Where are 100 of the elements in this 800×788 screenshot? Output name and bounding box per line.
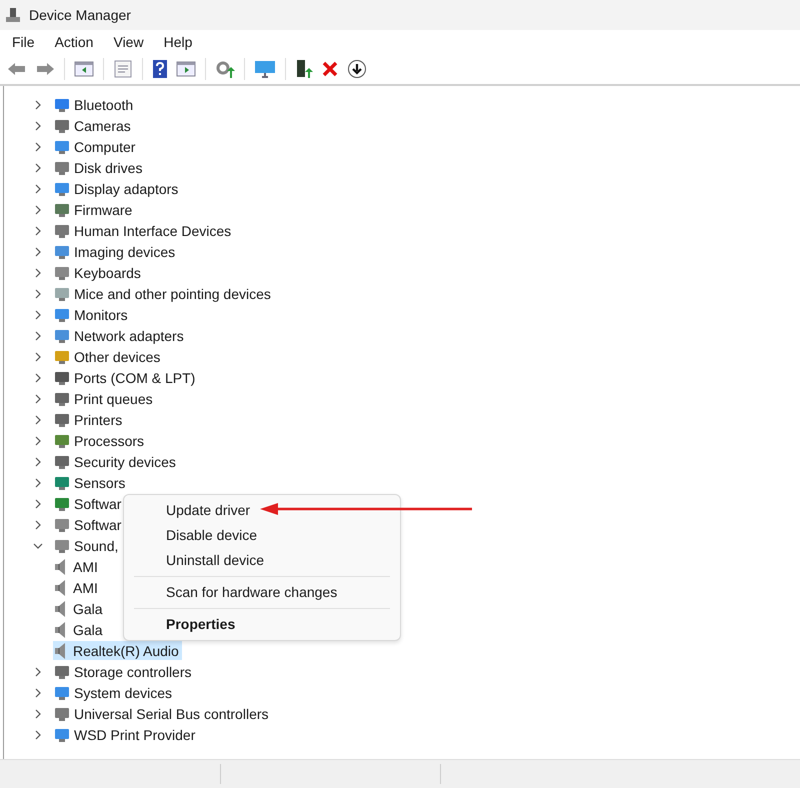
chevron-icon[interactable]: [33, 120, 43, 130]
chevron-icon[interactable]: [33, 478, 43, 488]
device-icon: [54, 706, 70, 722]
menu-item[interactable]: Properties: [124, 612, 400, 637]
tree-item[interactable]: Bluetooth: [54, 95, 136, 114]
app-icon: [5, 7, 21, 23]
tree-item[interactable]: Sensors: [54, 473, 128, 492]
chevron-icon[interactable]: [33, 372, 43, 382]
menu-item[interactable]: Action: [44, 34, 104, 50]
chevron-icon[interactable]: [33, 184, 43, 194]
tree-item[interactable]: Network adapters: [54, 326, 187, 345]
tree-item[interactable]: Ports (COM & LPT): [54, 368, 198, 387]
tree-item[interactable]: Computer: [54, 137, 138, 156]
menu-item[interactable]: Update driver: [124, 498, 400, 523]
chevron-icon[interactable]: [33, 436, 43, 446]
tree-item[interactable]: Print queues: [54, 389, 156, 408]
menu-item[interactable]: View: [103, 34, 154, 50]
tree-item[interactable]: Gala: [53, 599, 106, 618]
device-icon: [54, 390, 70, 406]
chevron-icon[interactable]: [33, 288, 43, 298]
menu-item[interactable]: Disable device: [124, 523, 400, 548]
tree-item[interactable]: Security devices: [54, 452, 179, 471]
device-icon: [54, 96, 70, 112]
menu-item[interactable]: Uninstall device: [124, 548, 400, 573]
chevron-icon[interactable]: [33, 268, 43, 278]
device-icon: [54, 496, 70, 512]
tree-item[interactable]: Other devices: [54, 347, 164, 366]
device-icon: [54, 118, 70, 134]
tree-item[interactable]: Softwar: [54, 515, 124, 534]
back-arrow-icon[interactable]: [7, 61, 27, 77]
download-icon[interactable]: [347, 59, 367, 79]
x-icon[interactable]: [321, 60, 339, 78]
device-icon: [54, 348, 70, 364]
window-title: Device Manager: [29, 7, 131, 23]
tree-item[interactable]: Universal Serial Bus controllers: [54, 704, 272, 723]
tree-item[interactable]: Printers: [54, 410, 126, 429]
chevron-icon[interactable]: [33, 394, 43, 404]
tree-item[interactable]: Softwar: [54, 494, 124, 513]
menu-item[interactable]: Scan for hardware changes: [124, 580, 400, 605]
tree-item[interactable]: Processors: [54, 431, 148, 450]
chevron-icon[interactable]: [33, 540, 43, 550]
tree-item[interactable]: Human Interface Devices: [54, 221, 234, 240]
chevron-icon[interactable]: [33, 520, 43, 530]
tree-item[interactable]: Mice and other pointing devices: [54, 284, 274, 303]
tree-item[interactable]: Disk drives: [54, 158, 146, 177]
tree-item[interactable]: Cameras: [54, 116, 134, 135]
chevron-icon[interactable]: [33, 498, 43, 508]
device-icon: [54, 180, 70, 196]
properties-icon[interactable]: [113, 60, 133, 78]
chevron-icon[interactable]: [33, 688, 43, 698]
device-icon: [54, 516, 70, 532]
menu-item[interactable]: Help: [154, 34, 202, 50]
tree-item[interactable]: Monitors: [54, 305, 131, 324]
tree-item[interactable]: Storage controllers: [54, 662, 195, 681]
chevron-icon[interactable]: [33, 204, 43, 214]
chevron-icon[interactable]: [33, 142, 43, 152]
pane-icon[interactable]: [176, 60, 196, 78]
device-icon: [54, 222, 70, 238]
chevron-icon[interactable]: [33, 414, 43, 424]
chevron-icon[interactable]: [33, 246, 43, 256]
tree-item[interactable]: Display adaptors: [54, 179, 182, 198]
device-icon: [54, 474, 70, 490]
tree-item[interactable]: System devices: [54, 683, 176, 702]
tree-item[interactable]: Firmware: [54, 200, 136, 219]
tree-item[interactable]: Imaging devices: [54, 242, 178, 261]
device-icon: [54, 160, 70, 176]
chevron-icon[interactable]: [33, 330, 43, 340]
tree-item[interactable]: AMI: [53, 578, 101, 597]
chevron-icon[interactable]: [33, 708, 43, 718]
tree-item[interactable]: AMI: [53, 557, 101, 576]
chevron-icon[interactable]: [33, 226, 43, 236]
chevron-icon[interactable]: [33, 730, 43, 740]
chevron-icon[interactable]: [33, 352, 43, 362]
chevron-icon[interactable]: [33, 310, 43, 320]
device-icon: [54, 138, 70, 154]
device-icon[interactable]: [295, 59, 313, 79]
chevron-icon[interactable]: [33, 456, 43, 466]
device-icon: [54, 454, 70, 470]
device-icon: [54, 432, 70, 448]
tree-item[interactable]: WSD Print Provider: [54, 725, 198, 744]
tree-item[interactable]: Sound,: [54, 536, 122, 555]
monitor-icon[interactable]: [254, 60, 276, 78]
tree-item[interactable]: Gala: [53, 620, 106, 639]
device-icon: [54, 264, 70, 280]
chevron-icon[interactable]: [33, 100, 43, 110]
forward-arrow-icon[interactable]: [35, 61, 55, 77]
tree-item[interactable]: Keyboards: [54, 263, 144, 282]
device-icon: [54, 664, 70, 680]
tree-item[interactable]: Realtek(R) Audio: [53, 641, 182, 660]
device-icon: [54, 244, 70, 260]
help-icon[interactable]: [152, 59, 168, 79]
chevron-icon[interactable]: [33, 162, 43, 172]
pane-icon[interactable]: [74, 60, 94, 78]
chevron-icon[interactable]: [33, 666, 43, 676]
device-icon: [54, 328, 70, 344]
device-icon: [54, 306, 70, 322]
device-icon: [54, 726, 70, 742]
device-icon: [54, 684, 70, 700]
menu-item[interactable]: File: [2, 34, 45, 50]
device-icon: [54, 286, 70, 302]
